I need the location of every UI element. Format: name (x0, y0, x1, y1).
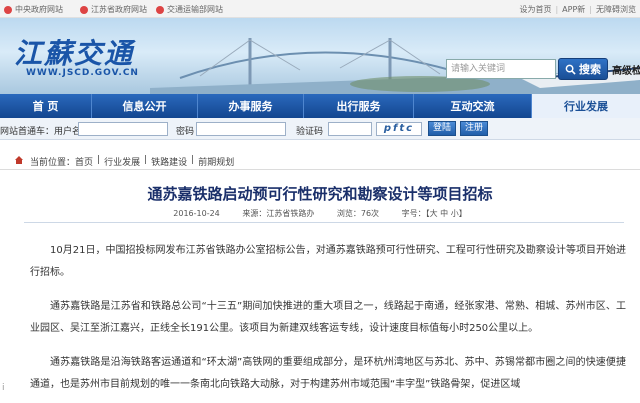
search-placeholder: 请输入关键词 (451, 64, 506, 74)
article-paragraph: 通苏嘉铁路是沿海铁路客运通道和“环太湖”高铁网的重要组成部分，是环杭州湾地区与苏… (30, 357, 626, 390)
link-provincial-gov[interactable]: 江苏省政府网站 (80, 4, 147, 15)
search-button[interactable]: 搜索 (558, 58, 608, 80)
emblem-icon (80, 5, 88, 14)
search-button-label: 搜索 (579, 63, 601, 76)
captcha-label: 验证码 (296, 127, 324, 137)
breadcrumb: 当前位置：首页 | 行业发展 | 铁路建设 | 前期规划 (0, 150, 640, 170)
login-bar: 网站首通车：用户名 密码 验证码 pftc 登陆 注册 (0, 118, 640, 140)
app-link[interactable]: APP新 (562, 4, 585, 15)
breadcrumb-industry[interactable]: 行业发展 (104, 155, 140, 168)
site-url: WWW.JSCD.GOV.CN (26, 68, 139, 78)
password-input[interactable] (196, 122, 286, 136)
nav-home[interactable]: 首 页 (0, 94, 92, 118)
username-input[interactable] (78, 122, 168, 136)
article-date: 2016-10-24 (173, 209, 220, 218)
set-homepage-link[interactable]: 设为首页 (519, 4, 551, 15)
password-label: 密码 (176, 127, 195, 137)
main-nav: 首 页 信息公开 办事服务 出行服务 互动交流 行业发展 (0, 94, 640, 118)
nav-interaction[interactable]: 互动交流 (414, 94, 532, 118)
captcha-image[interactable]: pftc (376, 122, 422, 136)
top-utility-bar: 中央政府网站 江苏省政府网站 交通运输部网站 设为首页 | APP新 | 无障碍… (0, 0, 640, 18)
breadcrumb-planning[interactable]: 前期规划 (198, 155, 234, 168)
article-title: 通苏嘉铁路启动预可行性研究和勘察设计等项目招标 (147, 185, 493, 203)
link-transport-ministry[interactable]: 交通运输部网站 (156, 4, 223, 15)
username-label: 网站首通车：用户名 (0, 127, 82, 137)
link-provincial-gov-label: 江苏省政府网站 (91, 5, 147, 14)
breadcrumb-home[interactable]: 当前位置：首页 (30, 155, 93, 168)
font-size-control[interactable]: 字号：【大 中 小】 (402, 209, 467, 218)
accessibility-link[interactable]: 无障碍浏览 (596, 4, 636, 15)
divider (24, 222, 624, 223)
site-banner: 江蘇交通 WWW.JSCD.GOV.CN 请输入关键词 搜索 高级检 (0, 18, 640, 94)
nav-travel[interactable]: 出行服务 (304, 94, 414, 118)
nav-industry[interactable]: 行业发展 (532, 94, 640, 118)
nav-services[interactable]: 办事服务 (198, 94, 304, 118)
breadcrumb-railway[interactable]: 铁路建设 (151, 155, 187, 168)
search-icon (565, 64, 576, 75)
watermark: i (2, 383, 5, 393)
nav-info-disclosure[interactable]: 信息公开 (92, 94, 198, 118)
link-transport-ministry-label: 交通运输部网站 (167, 5, 223, 14)
article-meta: 2016-10-24 来源：江苏省铁路办 浏览：76次 字号：【大 中 小】 (0, 208, 640, 219)
emblem-icon (156, 5, 164, 14)
site-logo[interactable]: 江蘇交通 (14, 32, 134, 72)
article-views: 浏览：76次 (336, 209, 380, 218)
advanced-search-link[interactable]: 高级检 (612, 62, 640, 77)
home-icon (15, 156, 23, 164)
emblem-icon (4, 5, 12, 14)
captcha-input[interactable] (328, 122, 372, 136)
link-central-gov[interactable]: 中央政府网站 (4, 4, 63, 15)
register-button[interactable]: 注册 (460, 121, 489, 136)
link-central-gov-label: 中央政府网站 (15, 5, 63, 14)
article-paragraph: 10月21日，中国招投标网发布江苏省铁路办公室招标公告，对通苏嘉铁路预可行性研究… (30, 245, 626, 278)
article-source: 来源：江苏省铁路办 (242, 209, 315, 218)
search-input[interactable]: 请输入关键词 (446, 59, 556, 79)
login-button[interactable]: 登陆 (428, 121, 457, 136)
article-paragraph: 通苏嘉铁路是江苏省和铁路总公司“十三五”期间加快推进的重大项目之一，线路起于南通… (30, 301, 626, 334)
